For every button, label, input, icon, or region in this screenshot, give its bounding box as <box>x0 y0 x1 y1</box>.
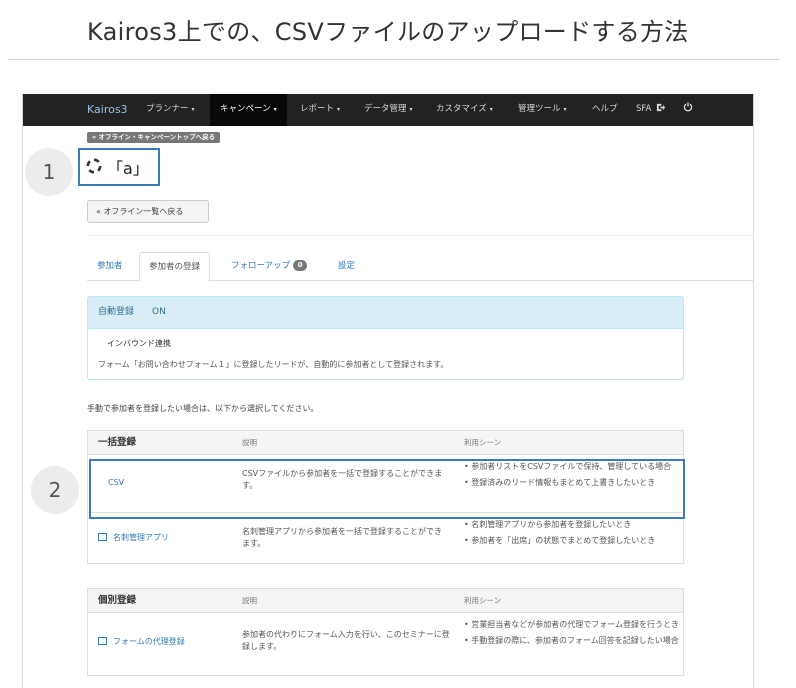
tab-register-participants[interactable]: 参加者の登録 <box>139 252 211 282</box>
navbar: Kairos3 プランナー ▾ キャンペーン ▾ レポート ▾ データ管理 ▾ カスタマ… <box>23 94 753 126</box>
square-icon <box>98 637 107 645</box>
auto-register-description: フォーム「お問い合わせフォーム１」に登録したリードが、自動的に参加者として登録さ… <box>98 360 449 369</box>
nav-planner[interactable]: プランナー ▾ <box>146 94 195 126</box>
individual-register-table: 個別登録 説明 利用シーン フォームの代理登録 参加者の代わりにフォーム入力を行… <box>87 588 684 676</box>
nav-data[interactable]: データ管理 ▾ <box>364 94 413 126</box>
tab-settings[interactable]: 設定 <box>338 252 355 281</box>
step-2-marker: 2 <box>31 466 79 514</box>
col-scene-header: 利用シーン <box>464 596 502 605</box>
follow-up-count-badge: 0 <box>293 260 308 271</box>
tab-participants[interactable]: 参加者 <box>97 252 123 281</box>
document-title: Kairos3上での、CSVファイルのアップロードする方法 <box>87 18 689 46</box>
row-description: 参加者の代わりにフォーム入力を行い、このセミナーに登録します。 <box>242 630 450 651</box>
tab-follow-up[interactable]: フォローアップ 0 <box>231 252 308 281</box>
row-description: 名刺管理アプリから参加者を一括で登録することができます。 <box>242 527 442 548</box>
power-button[interactable] <box>683 94 693 126</box>
offline-campaign-icon <box>86 158 102 174</box>
business-card-app-link[interactable]: 名刺管理アプリ <box>98 532 169 544</box>
nav-planner-label: プランナー <box>146 104 189 114</box>
scene-bullet: • 手動登録の際に、参加者のフォーム回答を記録したい場合 <box>464 636 679 645</box>
square-icon <box>98 533 107 541</box>
scene-bullet: • 営業担当者などが参加者の代理でフォーム登録を行うとき <box>464 620 680 629</box>
auto-register-panel: 自動登録 ON インバウンド連携 フォーム「お問い合わせフォーム１」に登録したリー… <box>87 296 684 380</box>
nav-data-label: データ管理 <box>364 104 407 114</box>
nav-campaign-label: キャンペーン <box>220 104 271 114</box>
app-screenshot: Kairos3 プランナー ▾ キャンペーン ▾ レポート ▾ データ管理 ▾ カスタマ… <box>22 94 754 688</box>
external-link-icon <box>656 103 666 112</box>
col-scene-header: 利用シーン <box>464 438 502 447</box>
chevron-down-icon: ▾ <box>409 106 413 113</box>
tab-bar: 参加者 参加者の登録 フォローアップ 0 設定 <box>87 252 753 282</box>
power-icon <box>683 102 693 112</box>
col-description-header: 説明 <box>242 438 257 447</box>
title-divider <box>8 59 780 60</box>
chevron-down-icon: ▾ <box>489 106 493 113</box>
table-row[interactable]: 名刺管理アプリ 名刺管理アプリから参加者を一括で登録することができます。 • 名… <box>88 513 683 563</box>
nav-report-label: レポート <box>300 104 335 114</box>
proxy-form-register-link[interactable]: フォームの代理登録 <box>98 636 185 648</box>
col-description-header: 説明 <box>242 596 257 605</box>
auto-register-heading: 自動登録 ON <box>88 297 683 329</box>
manual-register-prompt: 手動で参加者を登録したい場合は、以下から選択してください。 <box>87 404 319 413</box>
nav-campaign[interactable]: キャンペーン ▾ <box>210 94 287 126</box>
chevron-down-icon: ▾ <box>273 106 277 113</box>
nav-sfa[interactable]: SFA <box>636 94 666 126</box>
tab-follow-up-label: フォローアップ <box>231 261 291 271</box>
scene-bullet: • 参加者を「出席」の状態でまとめて登録したいとき <box>464 536 656 545</box>
chevron-down-icon: ▾ <box>563 106 567 113</box>
campaign-title: 「a」 <box>107 159 149 178</box>
row-scenes: • 名刺管理アプリから参加者を登録したいとき • 参加者を「出席」の状態でまとめ… <box>464 519 680 546</box>
divider <box>87 235 753 236</box>
back-to-list-button[interactable]: « オフライン一覧へ戻る <box>87 200 209 223</box>
nav-customize-label: カスタマイズ <box>436 104 487 114</box>
row-scenes: • 営業担当者などが参加者の代理でフォーム登録を行うとき • 手動登録の際に、参… <box>464 619 680 646</box>
nav-sfa-label: SFA <box>636 104 652 114</box>
auto-register-status: ON <box>152 307 166 317</box>
bulk-heading: 一括登録 <box>98 437 137 448</box>
back-to-campaign-top[interactable]: « オフライン・キャンペーントップへ戻る <box>87 132 221 143</box>
step-2-highlight <box>89 459 685 519</box>
individual-heading: 個別登録 <box>98 595 137 606</box>
nav-admin-tools[interactable]: 管理ツール ▾ <box>518 94 567 126</box>
chevron-down-icon: ▾ <box>337 106 341 113</box>
table-header: 一括登録 説明 利用シーン <box>88 431 683 455</box>
table-row[interactable]: フォームの代理登録 参加者の代わりにフォーム入力を行い、このセミナーに登録します… <box>88 613 683 675</box>
nav-report[interactable]: レポート ▾ <box>300 94 340 126</box>
nav-help[interactable]: ヘルプ <box>592 94 618 126</box>
step-1-marker: 1 <box>25 148 73 196</box>
business-card-app-label: 名刺管理アプリ <box>113 533 169 542</box>
chevron-down-icon: ▾ <box>191 106 195 113</box>
table-header: 個別登録 説明 利用シーン <box>88 589 683 613</box>
scene-bullet: • 名刺管理アプリから参加者を登録したいとき <box>464 520 632 529</box>
brand-logo[interactable]: Kairos3 <box>87 94 128 126</box>
proxy-form-register-label: フォームの代理登録 <box>113 637 185 646</box>
auto-register-label: 自動登録 <box>98 307 135 317</box>
inbound-link-subheading: インバウンド連携 <box>107 339 171 348</box>
nav-customize[interactable]: カスタマイズ ▾ <box>436 94 493 126</box>
nav-admin-tools-label: 管理ツール <box>518 104 561 114</box>
